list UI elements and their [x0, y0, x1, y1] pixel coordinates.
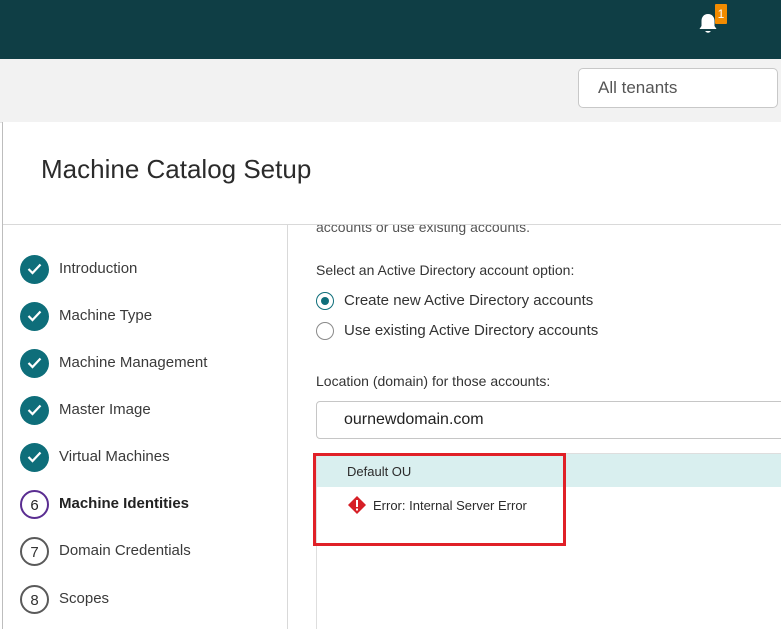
- location-label: Location (domain) for those accounts:: [316, 373, 551, 389]
- step-label: Machine Identities: [59, 495, 190, 512]
- step-label: Introduction: [59, 260, 138, 277]
- catalog-setup-panel: Machine Catalog Setup Introduction Machi…: [2, 122, 781, 629]
- machine-identities-content: accounts or use existing accounts. Selec…: [288, 225, 781, 629]
- step-label: Virtual Machines: [59, 448, 170, 465]
- radio-selected-indicator: [316, 292, 334, 310]
- tenant-selector[interactable]: All tenants: [578, 68, 778, 108]
- step-complete-indicator: [20, 255, 49, 284]
- tenant-bar: All tenants: [0, 59, 781, 123]
- step-number: 8: [20, 585, 49, 614]
- checkmark-icon: [27, 310, 42, 322]
- notification-badge: 1: [715, 4, 727, 24]
- tree-item-default-ou[interactable]: Default OU: [317, 454, 781, 487]
- step-label: Machine Management: [59, 354, 208, 371]
- step-complete-indicator: [20, 302, 49, 331]
- step-complete-indicator: [20, 396, 49, 425]
- radio-label: Use existing Active Directory accounts: [344, 322, 599, 339]
- cut-off-description: accounts or use existing accounts.: [316, 225, 531, 235]
- checkmark-icon: [27, 451, 42, 463]
- wizard-steps: Introduction Machine Type Machine Manage…: [3, 225, 288, 629]
- ou-tree[interactable]: Default OU Error: Internal Server Error: [316, 453, 781, 629]
- radio-label: Create new Active Directory accounts: [344, 292, 594, 309]
- step-label: Scopes: [59, 590, 110, 607]
- account-option-label: Select an Active Directory account optio…: [316, 262, 575, 278]
- step-number: 7: [20, 537, 49, 566]
- checkmark-icon: [27, 357, 42, 369]
- step-complete-indicator: [20, 443, 49, 472]
- notifications-button[interactable]: 1: [697, 4, 727, 36]
- error-message: Error: Internal Server Error: [373, 498, 527, 513]
- step-label: Domain Credentials: [59, 542, 191, 559]
- step-label: Master Image: [59, 401, 151, 418]
- checkmark-icon: [27, 263, 42, 275]
- step-label: Machine Type: [59, 307, 153, 324]
- tree-item-label: Default OU: [347, 464, 412, 479]
- radio-unselected-indicator: [316, 322, 334, 340]
- step-complete-indicator: [20, 349, 49, 378]
- page-title: Machine Catalog Setup: [41, 154, 312, 184]
- step-number-current: 6: [20, 490, 49, 519]
- checkmark-icon: [27, 404, 42, 416]
- domain-field[interactable]: ournewdomain.com: [316, 401, 781, 439]
- top-bar: 1: [0, 0, 781, 59]
- error-diamond-icon: [348, 496, 366, 514]
